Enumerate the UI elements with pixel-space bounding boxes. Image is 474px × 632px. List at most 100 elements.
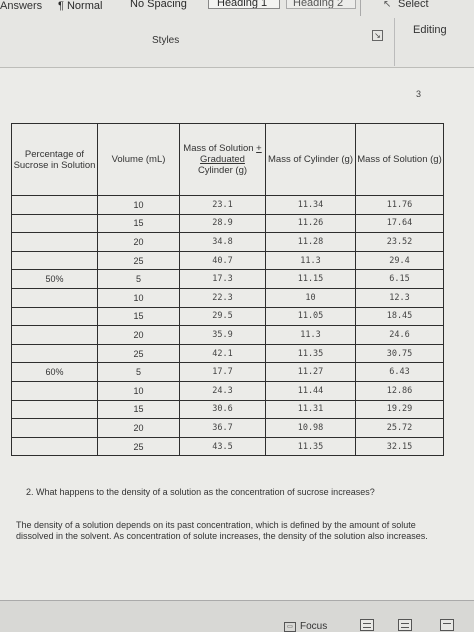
cell-percentage[interactable] <box>11 287 98 308</box>
cell-mass-cylinder[interactable]: 11.35 <box>265 436 356 457</box>
cell-mass-solution-cylinder[interactable]: 40.7 <box>179 250 266 271</box>
table-row: 60% 5 17.7 11.27 6.43 <box>11 362 444 382</box>
cell-volume[interactable]: 20 <box>97 325 180 345</box>
style-heading-1[interactable]: Heading 1 <box>208 0 280 9</box>
cell-mass-solution[interactable]: 32.15 <box>355 436 444 457</box>
table-row: 15 30.6 11.31 19.29 <box>11 399 444 420</box>
cell-mass-solution-cylinder[interactable]: 17.7 <box>179 362 266 382</box>
cell-percentage[interactable] <box>11 250 98 271</box>
cell-volume[interactable]: 10 <box>97 287 180 308</box>
cell-mass-cylinder[interactable]: 11.35 <box>265 343 356 364</box>
document-page[interactable]: 3 Percentage of Sucrose in Solution Volu… <box>0 68 474 600</box>
cell-percentage[interactable]: 50% <box>11 269 98 289</box>
cell-volume[interactable]: 15 <box>97 399 180 420</box>
cell-percentage[interactable] <box>11 399 98 420</box>
cell-mass-solution[interactable]: 25.72 <box>355 418 444 438</box>
cell-mass-solution-cylinder[interactable]: 29.5 <box>179 306 266 327</box>
table-row: 25 43.5 11.35 32.15 <box>11 436 444 457</box>
print-layout-view-icon[interactable] <box>398 619 412 631</box>
read-mode-view-icon[interactable] <box>360 619 374 631</box>
cell-volume[interactable]: 15 <box>97 306 180 327</box>
cell-mass-solution[interactable]: 12.3 <box>355 287 444 308</box>
cell-mass-solution-cylinder[interactable]: 43.5 <box>179 436 266 457</box>
table-row: 15 29.5 11.05 18.45 <box>11 306 444 327</box>
cell-mass-solution-cylinder[interactable]: 36.7 <box>179 418 266 438</box>
cell-mass-solution[interactable]: 6.15 <box>355 269 444 289</box>
cell-volume[interactable]: 15 <box>97 213 180 234</box>
cell-mass-solution-cylinder[interactable]: 30.6 <box>179 399 266 420</box>
cell-mass-solution[interactable]: 12.86 <box>355 380 444 401</box>
cell-volume[interactable]: 25 <box>97 250 180 271</box>
ribbon: Answers ¶ Normal No Spacing Heading 1 He… <box>0 0 474 68</box>
header-msc-plus: + <box>256 143 262 154</box>
cell-mass-solution[interactable]: 18.45 <box>355 306 444 327</box>
table-row: 10 24.3 11.44 12.86 <box>11 380 444 401</box>
cell-volume[interactable]: 20 <box>97 418 180 438</box>
cell-mass-cylinder[interactable]: 11.27 <box>265 362 356 382</box>
cell-mass-solution-cylinder[interactable]: 23.1 <box>179 195 266 215</box>
table-row: 25 40.7 11.3 29.4 <box>11 250 444 271</box>
cell-percentage[interactable] <box>11 380 98 401</box>
cell-mass-cylinder[interactable]: 11.31 <box>265 399 356 420</box>
cell-mass-solution[interactable]: 30.75 <box>355 343 444 364</box>
cell-mass-solution-cylinder[interactable]: 17.3 <box>179 269 266 289</box>
cell-volume[interactable]: 25 <box>97 343 180 364</box>
cell-mass-solution[interactable]: 11.76 <box>355 195 444 215</box>
style-answers[interactable]: Answers <box>0 0 42 12</box>
cell-mass-solution-cylinder[interactable]: 28.9 <box>179 213 266 234</box>
cell-mass-cylinder[interactable]: 11.34 <box>265 195 356 215</box>
cell-volume[interactable]: 10 <box>97 195 180 215</box>
page-number: 3 <box>416 89 422 99</box>
header-msc-line1: Mass of Solution + <box>183 143 262 154</box>
cell-mass-cylinder[interactable]: 11.3 <box>265 250 356 271</box>
cell-mass-solution-cylinder[interactable]: 22.3 <box>179 287 266 308</box>
cell-mass-solution[interactable]: 19.29 <box>355 399 444 420</box>
cell-volume[interactable]: 5 <box>97 269 180 289</box>
cell-mass-solution-cylinder[interactable]: 24.3 <box>179 380 266 401</box>
cell-mass-cylinder[interactable]: 10 <box>265 287 356 308</box>
cell-percentage[interactable] <box>11 343 98 364</box>
style-normal[interactable]: ¶ Normal <box>58 0 102 12</box>
cell-percentage[interactable] <box>11 325 98 345</box>
table-row: 20 34.8 11.28 23.52 <box>11 232 444 252</box>
cell-mass-solution[interactable]: 23.52 <box>355 232 444 252</box>
cell-mass-solution[interactable]: 29.4 <box>355 250 444 271</box>
cell-volume[interactable]: 20 <box>97 232 180 252</box>
focus-icon: ▭ <box>284 621 296 632</box>
cell-percentage[interactable] <box>11 306 98 327</box>
cell-mass-solution[interactable]: 17.64 <box>355 213 444 234</box>
cell-percentage[interactable] <box>11 195 98 215</box>
styles-gallery-scroll[interactable] <box>360 0 374 16</box>
answer-text[interactable]: The density of a solution depends on its… <box>16 520 436 542</box>
cell-percentage[interactable] <box>11 232 98 252</box>
cell-mass-cylinder[interactable]: 10.98 <box>265 418 356 438</box>
cell-mass-cylinder[interactable]: 11.15 <box>265 269 356 289</box>
cell-mass-solution-cylinder[interactable]: 34.8 <box>179 232 266 252</box>
cell-volume[interactable]: 5 <box>97 362 180 382</box>
editing-group-label[interactable]: Editing <box>413 24 447 36</box>
cell-mass-solution-cylinder[interactable]: 35.9 <box>179 325 266 345</box>
web-layout-view-icon[interactable] <box>440 619 454 631</box>
cell-mass-cylinder[interactable]: 11.3 <box>265 325 356 345</box>
dialog-launcher-icon[interactable]: ↘ <box>372 30 383 41</box>
style-heading-2[interactable]: Heading 2 <box>286 0 356 9</box>
cell-mass-cylinder[interactable]: 11.44 <box>265 380 356 401</box>
cell-volume[interactable]: 10 <box>97 380 180 401</box>
styles-group-label: Styles <box>152 35 180 46</box>
style-no-spacing[interactable]: No Spacing <box>130 0 187 10</box>
cell-percentage[interactable] <box>11 436 98 457</box>
cell-mass-cylinder[interactable]: 11.28 <box>265 232 356 252</box>
cell-percentage[interactable] <box>11 213 98 234</box>
question-text: 2. What happens to the density of a solu… <box>26 487 375 497</box>
cell-mass-solution[interactable]: 6.43 <box>355 362 444 382</box>
cell-mass-solution[interactable]: 24.6 <box>355 325 444 345</box>
cell-mass-solution-cylinder[interactable]: 42.1 <box>179 343 266 364</box>
header-mass-solution: Mass of Solution (g) <box>355 123 444 196</box>
select-button[interactable]: Select <box>398 0 429 10</box>
cell-volume[interactable]: 25 <box>97 436 180 457</box>
cell-percentage[interactable]: 60% <box>11 362 98 382</box>
cell-mass-cylinder[interactable]: 11.05 <box>265 306 356 327</box>
cell-percentage[interactable] <box>11 418 98 438</box>
focus-button[interactable]: ▭ Focus <box>284 621 327 632</box>
cell-mass-cylinder[interactable]: 11.26 <box>265 213 356 234</box>
